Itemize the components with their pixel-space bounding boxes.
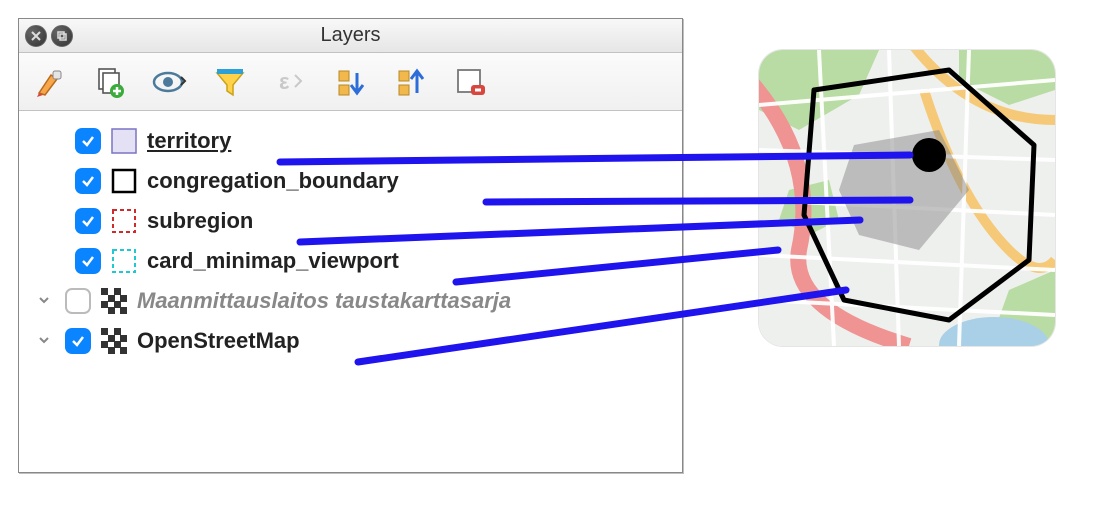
layer-checkbox[interactable] [75,248,101,274]
svg-text:ε: ε [279,69,290,94]
layer-row-osm[interactable]: OpenStreetMap [31,321,670,361]
layers-list: territory congregation_boundary subregio… [19,111,682,371]
layer-row-subregion[interactable]: subregion [31,201,670,241]
layer-swatch-outline-icon [111,168,137,194]
chevron-down-icon[interactable] [37,293,55,310]
map-preview [759,50,1055,346]
layer-checkbox[interactable] [75,168,101,194]
layer-swatch-raster-icon [101,328,127,354]
expand-all-button[interactable] [389,61,431,103]
manage-visibility-button[interactable] [149,61,191,103]
layer-swatch-dashed-icon [111,208,137,234]
add-group-button[interactable] [89,61,131,103]
expression-filter-button[interactable]: ε [269,61,311,103]
layer-swatch-raster-icon [101,288,127,314]
layer-row-card-minimap-viewport[interactable]: card_minimap_viewport [31,241,670,281]
layers-panel: Layers [18,18,683,473]
layer-checkbox[interactable] [75,128,101,154]
layer-swatch-dashed-icon [111,248,137,274]
chevron-down-icon[interactable] [37,333,55,350]
filter-legend-button[interactable] [209,61,251,103]
collapse-all-button[interactable] [329,61,371,103]
layer-name-label: congregation_boundary [147,168,399,194]
layer-checkbox[interactable] [65,288,91,314]
layer-name-label: territory [147,128,231,154]
layer-name-label: subregion [147,208,253,234]
panel-title: Layers [19,24,682,47]
layer-row-mml[interactable]: Maanmittauslaitos taustakarttasarja [31,281,670,321]
layer-checkbox[interactable] [65,328,91,354]
layer-swatch-fill-icon [111,128,137,154]
layers-toolbar: ε [19,53,682,111]
layer-name-label: Maanmittauslaitos taustakarttasarja [137,288,511,314]
layer-row-territory[interactable]: territory [31,121,670,161]
layer-row-congregation-boundary[interactable]: congregation_boundary [31,161,670,201]
panel-titlebar: Layers [19,19,682,53]
remove-layer-button[interactable] [449,61,491,103]
layer-name-label: OpenStreetMap [137,328,300,354]
layer-name-label: card_minimap_viewport [147,248,399,274]
style-brush-button[interactable] [29,61,71,103]
layer-checkbox[interactable] [75,208,101,234]
close-window-icon[interactable] [25,25,47,47]
detach-window-icon[interactable] [51,25,73,47]
